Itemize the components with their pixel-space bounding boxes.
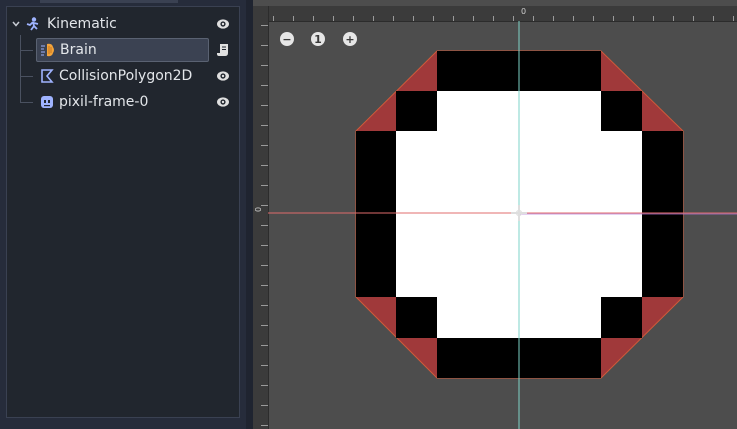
visibility-eye-icon[interactable] (215, 16, 231, 32)
tree-item-brain[interactable]: Brain (36, 38, 209, 62)
tree-connector-line (20, 76, 33, 77)
tree-item-label: CollisionPolygon2D (59, 68, 193, 84)
tree-item-collisionpolygon2d[interactable]: CollisionPolygon2D (36, 64, 211, 88)
script-icon[interactable] (215, 42, 231, 58)
visibility-eye-icon[interactable] (215, 68, 231, 84)
collision-polygon-icon (38, 68, 56, 84)
visibility-eye-icon[interactable] (215, 94, 231, 110)
scene-tree-panel: Kinematic Brain CollisionPolygon2D pixil… (0, 0, 246, 429)
top-ruler-origin-label: 0 (521, 7, 527, 16)
brain-node-icon (39, 42, 57, 58)
chevron-down-icon[interactable] (9, 17, 23, 31)
tree-connector-line (20, 50, 33, 51)
sprite-icon (38, 94, 56, 110)
tree-connector-line (20, 35, 21, 102)
viewport-canvas (261, 16, 737, 429)
zoom-out-button[interactable]: − (280, 32, 294, 46)
tree-item-kinematic[interactable]: Kinematic (9, 12, 237, 36)
left-ruler-origin-label: 0 (254, 206, 264, 213)
zoom-reset-button[interactable]: 1 (311, 32, 325, 46)
tab-strip (40, 0, 178, 3)
kinematic-body-icon (24, 16, 42, 32)
tree-item-pixil-frame-0[interactable]: pixil-frame-0 (36, 90, 211, 114)
tree-item-label: Brain (60, 42, 97, 58)
canvas-viewport[interactable]: 0 0 − 1 + (253, 0, 737, 429)
tree-item-label: pixil-frame-0 (59, 94, 149, 110)
zoom-in-button[interactable]: + (343, 32, 357, 46)
tree-item-label: Kinematic (47, 16, 117, 32)
scene-tree: Kinematic Brain CollisionPolygon2D pixil… (6, 6, 240, 418)
tree-connector-line (20, 102, 33, 103)
